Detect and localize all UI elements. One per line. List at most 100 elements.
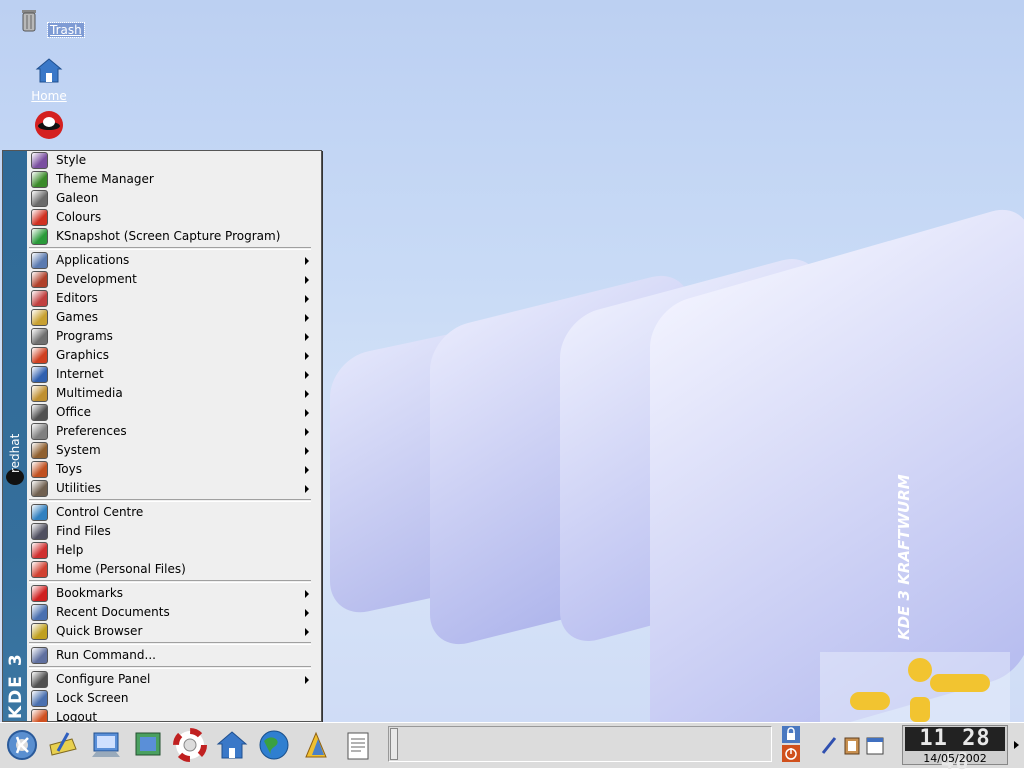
office-icon bbox=[31, 404, 48, 421]
menu-item-colours[interactable]: Colours bbox=[29, 208, 319, 227]
menu-item-utilities[interactable]: Utilities bbox=[29, 479, 319, 498]
lock-icon[interactable] bbox=[782, 726, 800, 743]
submenu-arrow-icon bbox=[305, 257, 309, 265]
menu-item-label: Preferences bbox=[56, 424, 127, 438]
trash-icon bbox=[22, 10, 37, 32]
menu-item-label: Quick Browser bbox=[56, 624, 143, 638]
ksnapshot-icon bbox=[31, 228, 48, 245]
help-icon bbox=[31, 542, 48, 559]
menu-item-label: Find Files bbox=[56, 524, 111, 538]
control-centre-icon bbox=[31, 504, 48, 521]
style-icon bbox=[31, 152, 48, 169]
menu-item-style[interactable]: Style bbox=[29, 151, 319, 170]
submenu-arrow-icon bbox=[305, 409, 309, 417]
applications-icon bbox=[31, 252, 48, 269]
menu-item-label: Editors bbox=[56, 291, 98, 305]
help-lifebuoy-icon[interactable] bbox=[172, 727, 208, 763]
menu-item-galeon[interactable]: Galeon bbox=[29, 189, 319, 208]
desktop-icon-redhat[interactable] bbox=[14, 110, 84, 143]
submenu-arrow-icon bbox=[305, 352, 309, 360]
menu-item-lock-screen[interactable]: Lock Screen bbox=[29, 689, 319, 708]
menu-separator bbox=[29, 642, 311, 645]
menu-item-bookmarks[interactable]: Bookmarks bbox=[29, 584, 319, 603]
konqueror-globe-icon[interactable] bbox=[256, 727, 292, 763]
menu-item-label: Lock Screen bbox=[56, 691, 129, 705]
menu-item-control-centre[interactable]: Control Centre bbox=[29, 503, 319, 522]
menu-item-toys[interactable]: Toys bbox=[29, 460, 319, 479]
k-menu-items: Style Theme Manager Galeon Colours KSnapshot… bbox=[29, 151, 319, 727]
menu-item-multimedia[interactable]: Multimedia bbox=[29, 384, 319, 403]
menu-item-system[interactable]: System bbox=[29, 441, 319, 460]
panel-handle[interactable] bbox=[390, 728, 398, 760]
menu-item-programs[interactable]: Programs bbox=[29, 327, 319, 346]
menu-item-find-files[interactable]: Find Files bbox=[29, 522, 319, 541]
menu-item-configure-panel[interactable]: Configure Panel bbox=[29, 670, 319, 689]
menu-item-label: KSnapshot (Screen Capture Program) bbox=[56, 229, 281, 243]
menu-item-label: Style bbox=[56, 153, 87, 167]
k-menu[interactable]: redhat KDE 3 Style Theme Manager Galeon Col… bbox=[2, 150, 322, 726]
menu-item-theme-manager[interactable]: Theme Manager bbox=[29, 170, 319, 189]
home-icon bbox=[35, 58, 63, 83]
run-command-icon bbox=[31, 647, 48, 664]
desktop-icon-home[interactable]: Home bbox=[14, 56, 84, 103]
redhat-icon bbox=[35, 111, 63, 139]
klipper-icon[interactable] bbox=[843, 735, 861, 755]
recent-documents-icon bbox=[31, 604, 48, 621]
home-folder-icon[interactable] bbox=[214, 727, 250, 763]
logout-icon[interactable] bbox=[782, 745, 800, 762]
menu-item-applications[interactable]: Applications bbox=[29, 251, 319, 270]
taskbar-area[interactable] bbox=[388, 726, 772, 762]
calendar-icon[interactable] bbox=[866, 735, 884, 755]
konsole-icon[interactable] bbox=[88, 727, 124, 763]
menu-item-preferences[interactable]: Preferences bbox=[29, 422, 319, 441]
kwrite-icon[interactable] bbox=[46, 727, 82, 763]
menu-item-label: Development bbox=[56, 272, 137, 286]
menu-item-label: Galeon bbox=[56, 191, 99, 205]
desktop-icon-trash[interactable]: Trash bbox=[14, 4, 85, 38]
menu-item-label: Recent Documents bbox=[56, 605, 170, 619]
submenu-arrow-icon bbox=[305, 428, 309, 436]
pen-tray-icon[interactable] bbox=[820, 735, 838, 755]
menu-item-label: Colours bbox=[56, 210, 102, 224]
menu-separator bbox=[29, 247, 311, 250]
menu-item-label: Utilities bbox=[56, 481, 102, 495]
menu-item-label: Applications bbox=[56, 253, 130, 267]
submenu-arrow-icon bbox=[305, 447, 309, 455]
kword-icon[interactable] bbox=[298, 727, 334, 763]
menu-item-home-personal-files[interactable]: Home (Personal Files) bbox=[29, 560, 319, 579]
submenu-arrow-icon bbox=[305, 590, 309, 598]
menu-item-recent-documents[interactable]: Recent Documents bbox=[29, 603, 319, 622]
menu-item-quick-browser[interactable]: Quick Browser bbox=[29, 622, 319, 641]
multimedia-icon bbox=[31, 385, 48, 402]
submenu-arrow-icon bbox=[305, 676, 309, 684]
clock-date: 14/05/2002 bbox=[923, 752, 987, 765]
menu-item-help[interactable]: Help bbox=[29, 541, 319, 560]
menu-item-games[interactable]: Games bbox=[29, 308, 319, 327]
submenu-arrow-icon bbox=[305, 390, 309, 398]
programs-icon bbox=[31, 328, 48, 345]
menu-item-editors[interactable]: Editors bbox=[29, 289, 319, 308]
development-icon bbox=[31, 271, 48, 288]
submenu-arrow-icon bbox=[305, 628, 309, 636]
menu-item-ksnapshot-screen-capture-program[interactable]: KSnapshot (Screen Capture Program) bbox=[29, 227, 319, 246]
menu-item-label: Run Command... bbox=[56, 648, 156, 662]
clock[interactable]: 11 28 46 14/05/2002 bbox=[902, 725, 1008, 775]
document-icon[interactable] bbox=[340, 727, 376, 763]
menu-item-development[interactable]: Development bbox=[29, 270, 319, 289]
graphics-icon bbox=[31, 347, 48, 364]
menu-item-label: Office bbox=[56, 405, 92, 419]
kicker-panel[interactable]: 11 28 46 14/05/2002 bbox=[0, 722, 1024, 775]
kpersonalizer-icon[interactable] bbox=[130, 727, 166, 763]
submenu-arrow-icon bbox=[305, 609, 309, 617]
toys-icon bbox=[31, 461, 48, 478]
menu-item-run-command[interactable]: Run Command... bbox=[29, 646, 319, 665]
menu-item-label: System bbox=[56, 443, 101, 457]
kde-gear-icon[interactable] bbox=[4, 727, 40, 763]
utilities-icon bbox=[31, 480, 48, 497]
menu-item-graphics[interactable]: Graphics bbox=[29, 346, 319, 365]
menu-item-label: Multimedia bbox=[56, 386, 123, 400]
menu-item-label: Bookmarks bbox=[56, 586, 124, 600]
panel-arrow-icon[interactable] bbox=[1014, 741, 1019, 749]
menu-item-internet[interactable]: Internet bbox=[29, 365, 319, 384]
menu-item-office[interactable]: Office bbox=[29, 403, 319, 422]
